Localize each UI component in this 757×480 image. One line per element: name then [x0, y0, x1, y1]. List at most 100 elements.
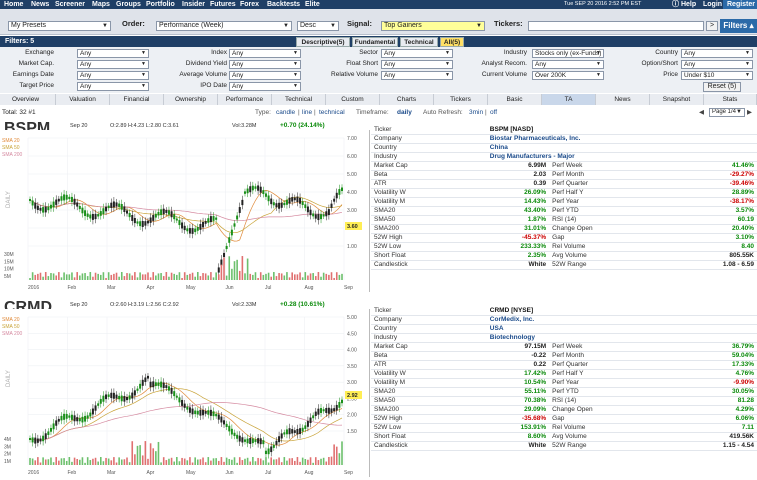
presets-select[interactable]: My Presets ▼ [8, 21, 111, 31]
filter-price[interactable]: Under $10 ▼ [681, 71, 753, 80]
stat-value[interactable]: USA [486, 324, 757, 334]
chart-type-technical[interactable]: technical [319, 107, 345, 118]
auto-refresh-off[interactable]: off [490, 107, 497, 118]
filter-value: Any [684, 50, 696, 57]
timeframe-daily[interactable]: daily [397, 107, 412, 118]
chart-type-line[interactable]: line [302, 107, 312, 118]
chart-type-candle[interactable]: candle [276, 107, 295, 118]
stat-value[interactable]: Biotechnology [486, 333, 757, 343]
nav-home[interactable]: Home [4, 0, 23, 9]
stat-value[interactable]: Biostar Pharmaceuticals, Inc. [486, 134, 757, 144]
signal-select[interactable]: Top Gainers ▼ [381, 21, 485, 31]
filter-ipo-date[interactable]: Any ▼ [229, 82, 301, 91]
filters-panel: Exchange Any ▼ Index Any ▼ Sector Any ▼ Ind… [0, 47, 757, 93]
order-direction-select[interactable]: Desc ▼ [297, 21, 339, 31]
filter-dividend-yield[interactable]: Any ▼ [229, 60, 301, 69]
tab-ta[interactable]: TA [542, 94, 596, 105]
tab-descriptive[interactable]: Descriptive(5) [296, 37, 350, 47]
tab-technical[interactable]: Technical [400, 37, 438, 47]
filter-float-short[interactable]: Any ▼ [381, 60, 453, 69]
stat-value[interactable]: Drug Manufacturers - Major [486, 152, 757, 162]
candle-body [157, 382, 160, 386]
candle-body [186, 228, 189, 232]
tab-financial[interactable]: Financial [110, 94, 164, 105]
filter-industry[interactable]: Stocks only (ex-Funds) ▼ [532, 49, 604, 58]
login-link[interactable]: Login [703, 0, 722, 9]
tab-all[interactable]: All(5) [440, 37, 464, 47]
filter-target-price[interactable]: Any ▼ [77, 82, 149, 91]
tab-technical[interactable]: Technical [272, 94, 326, 105]
candlestick-chart[interactable]: 7.006.005.004.003.002.001.0030M15M10M5M2… [0, 130, 370, 292]
tickers-go-button[interactable]: > [706, 21, 718, 31]
filters-toggle-button[interactable]: Filters ▴ [720, 19, 757, 33]
volume-bar [42, 457, 44, 465]
tab-charts[interactable]: Charts [380, 94, 434, 105]
chevron-down-icon: ▼ [745, 50, 750, 56]
tickers-input[interactable] [528, 21, 704, 31]
stat-row: SMA50 70.38% RSI (14) 81.28 [371, 396, 757, 406]
filter-label: Relative Volume [331, 71, 378, 78]
filter-index[interactable]: Any ▼ [229, 49, 301, 58]
next-page-icon[interactable]: ▶ [747, 107, 752, 118]
filter-value: Any [684, 61, 696, 68]
filter-country[interactable]: Any ▼ [681, 49, 753, 58]
prev-page-icon[interactable]: ◀ [699, 107, 704, 118]
page-select[interactable]: Page 1/4 ▼ [709, 108, 745, 117]
volume-bar [52, 273, 55, 280]
tab-overview[interactable]: Overview [0, 94, 56, 105]
date-label: Sep [344, 470, 353, 476]
nav-futures[interactable]: Futures [210, 0, 236, 9]
filter-exchange[interactable]: Any ▼ [77, 49, 149, 58]
candle-body [118, 395, 121, 400]
candle-body [317, 408, 320, 415]
date-label: Jun [226, 285, 234, 291]
tab-performance[interactable]: Performance [218, 94, 272, 105]
tab-tickers[interactable]: Tickers [434, 94, 488, 105]
candlestick-chart[interactable]: 5.004.504.003.503.002.502.001.504M3M2M1M… [0, 309, 370, 477]
stat-value[interactable]: China [486, 143, 757, 153]
filter-option-short[interactable]: Any ▼ [681, 60, 753, 69]
nav-backtests[interactable]: Backtests [267, 0, 300, 9]
volume-bar [262, 460, 265, 465]
price-chart[interactable]: 7.006.005.004.003.002.001.0030M15M10M5M2… [0, 130, 370, 292]
tab-basic[interactable]: Basic [488, 94, 542, 105]
nav-insider[interactable]: Insider [182, 0, 205, 9]
auto-refresh-3min[interactable]: 3min [469, 107, 483, 118]
candle-body [314, 411, 317, 416]
tab-custom[interactable]: Custom [326, 94, 380, 105]
nav-maps[interactable]: Maps [92, 0, 110, 9]
tab-fundamental[interactable]: Fundamental [352, 37, 398, 47]
filter-current-volume[interactable]: Over 200K ▼ [532, 71, 604, 80]
nav-groups[interactable]: Groups [116, 0, 141, 9]
help-link[interactable]: ⓘ Help [672, 0, 696, 9]
nav-elite[interactable]: Elite [305, 0, 320, 9]
filter-sector[interactable]: Any ▼ [381, 49, 453, 58]
candle-body [39, 207, 42, 211]
order-select[interactable]: Performance (Week) ▼ [156, 21, 292, 31]
tab-valuation[interactable]: Valuation [56, 94, 110, 105]
candle-body [167, 210, 170, 215]
volume-bar [176, 274, 178, 280]
price-chart[interactable]: 5.00 4.50 4.00 3.50 3.00 2.50 2.00 1.50 4M 3M 2M 1M… [0, 309, 370, 477]
register-button[interactable]: Register [723, 0, 757, 9]
filter-market-cap[interactable]: Any ▼ [77, 60, 149, 69]
filter-relative-volume[interactable]: Any ▼ [381, 71, 453, 80]
tab-ownership[interactable]: Ownership [164, 94, 218, 105]
tab-snapshot[interactable]: Snapshot [650, 94, 704, 105]
candle-body [112, 201, 115, 208]
stat-value: 31.01% [486, 224, 550, 234]
candle-body [278, 202, 281, 209]
chevron-down-icon: ▼ [745, 61, 750, 67]
tab-stats[interactable]: Stats [704, 94, 757, 105]
filter-average-volume[interactable]: Any ▼ [229, 71, 301, 80]
stat-value[interactable]: CorMedix, Inc. [486, 315, 757, 325]
tab-news[interactable]: News [596, 94, 650, 105]
nav-news[interactable]: News [31, 0, 49, 9]
reset-filters-button[interactable]: Reset (5) [703, 82, 741, 92]
volume-bar [204, 462, 207, 465]
nav-screener[interactable]: Screener [55, 0, 85, 9]
filter-analyst-recom[interactable]: Any ▼ [532, 60, 604, 69]
nav-portfolio[interactable]: Portfolio [146, 0, 175, 9]
nav-forex[interactable]: Forex [240, 0, 259, 9]
filter-earnings-date[interactable]: Any ▼ [77, 71, 149, 80]
